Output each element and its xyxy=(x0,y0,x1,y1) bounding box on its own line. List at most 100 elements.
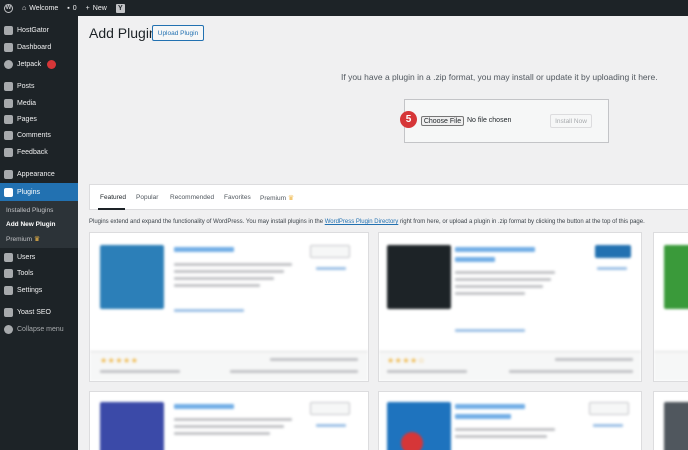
hostgator-icon xyxy=(4,26,13,35)
upload-plugin-button[interactable]: Upload Plugin xyxy=(152,25,204,41)
tab-recommended[interactable]: Recommended xyxy=(170,194,214,201)
sidebar-item-users[interactable]: Users xyxy=(0,249,78,266)
collapse-menu-button[interactable]: Collapse menu xyxy=(0,321,78,338)
wordpress-logo-icon: W xyxy=(4,3,13,13)
sidebar-item-label: Appearance xyxy=(17,171,55,178)
sidebar-item-yoast-seo[interactable]: Yoast SEO xyxy=(0,304,78,321)
comments-count: 0 xyxy=(72,4,77,12)
plugin-icon xyxy=(4,187,13,197)
feedback-icon xyxy=(4,148,13,157)
active-tab-indicator xyxy=(98,208,125,210)
plus-icon: + xyxy=(85,4,90,12)
sidebar-item-pages[interactable]: Pages xyxy=(0,111,78,128)
notification-badge xyxy=(47,60,57,69)
sidebar-item-label: Settings xyxy=(17,287,43,294)
sidebar-item-comments[interactable]: Comments xyxy=(0,127,78,144)
sidebar-item-feedback[interactable]: Feedback xyxy=(0,144,78,161)
text-placeholder xyxy=(174,425,284,428)
media-icon xyxy=(4,99,13,108)
plugin-thumbnail xyxy=(664,245,688,309)
sidebar-item-media[interactable]: Media xyxy=(0,95,78,112)
plugin-title-placeholder xyxy=(455,404,525,409)
plugin-card[interactable] xyxy=(653,232,688,382)
sidebar-item-label: Feedback xyxy=(17,149,48,156)
plugin-thumbnail-accent xyxy=(401,432,423,450)
plugin-title-placeholder xyxy=(455,247,535,252)
text-placeholder xyxy=(455,278,551,281)
sidebar-item-dashboard[interactable]: Dashboard xyxy=(0,39,78,56)
tab-featured[interactable]: Featured xyxy=(100,194,126,201)
dashboard-icon xyxy=(4,43,13,52)
text-placeholder xyxy=(387,370,467,373)
sidebar-item-label: Pages xyxy=(17,116,37,123)
plugin-card[interactable] xyxy=(89,391,369,450)
rating-stars: ★★★★☆ xyxy=(387,356,426,365)
tab-popular[interactable]: Popular xyxy=(136,194,158,201)
plugins-intro-text: Plugins extend and expand the functional… xyxy=(89,219,645,225)
text-placeholder xyxy=(455,271,555,274)
plugin-thumbnail xyxy=(387,245,451,309)
plugin-thumbnail xyxy=(100,402,164,450)
choose-file-button[interactable]: Choose File xyxy=(421,116,464,126)
settings-icon xyxy=(4,286,13,295)
plugin-directory-link[interactable]: WordPress Plugin Directory xyxy=(325,219,399,225)
wordpress-menu[interactable]: W xyxy=(4,3,13,13)
text-placeholder xyxy=(230,370,358,373)
card-footer: ★★★★★ xyxy=(90,351,368,381)
users-icon xyxy=(4,253,13,262)
plugin-thumbnail xyxy=(100,245,164,309)
plugin-title-placeholder xyxy=(174,404,234,409)
submenu-premium[interactable]: Premium ♛ xyxy=(6,235,40,243)
sidebar-item-appearance[interactable]: Appearance xyxy=(0,166,78,183)
sidebar-item-label: Collapse menu xyxy=(17,326,64,333)
crown-icon: ♛ xyxy=(33,236,41,243)
text-placeholder xyxy=(174,432,270,435)
sidebar-item-tools[interactable]: Tools xyxy=(0,265,78,282)
text-placeholder xyxy=(174,270,284,273)
plugin-title-placeholder xyxy=(455,414,511,419)
plugin-filter-bar: Featured Popular Recommended Favorites P… xyxy=(89,184,688,210)
yoast-icon xyxy=(4,308,13,317)
upload-instructions: If you have a plugin in a .zip format, y… xyxy=(341,72,658,82)
admin-sidebar: HostGator Dashboard Jetpack Posts Media … xyxy=(0,16,78,450)
text-placeholder xyxy=(174,263,292,266)
plugin-title-placeholder xyxy=(455,257,495,262)
plugin-card[interactable]: ★★★★☆ xyxy=(378,232,642,382)
card-footer: ★★★★☆ xyxy=(379,351,641,381)
step-number-badge: 5 xyxy=(400,111,417,128)
text-placeholder xyxy=(174,418,292,421)
install-button-placeholder xyxy=(310,245,350,258)
sidebar-item-label: Yoast SEO xyxy=(17,309,51,316)
text-placeholder xyxy=(316,267,346,270)
submenu-installed-plugins[interactable]: Installed Plugins xyxy=(6,207,53,214)
text-placeholder xyxy=(455,329,525,332)
comments-link[interactable]: ▪ 0 xyxy=(67,5,76,12)
sidebar-item-jetpack[interactable]: Jetpack xyxy=(0,56,78,73)
install-button-placeholder xyxy=(589,402,629,415)
yoast-adminbar-link[interactable]: Y xyxy=(115,3,125,13)
install-now-button[interactable]: Install Now xyxy=(550,114,592,128)
sidebar-item-hostgator[interactable]: HostGator xyxy=(0,22,78,39)
intro-text-start: Plugins extend and expand the functional… xyxy=(89,219,325,225)
home-icon: ⌂ xyxy=(22,4,27,12)
text-placeholder xyxy=(174,284,260,287)
site-name-link[interactable]: ⌂ Welcome xyxy=(22,5,58,12)
tab-premium[interactable]: Premium ♛ xyxy=(260,194,294,202)
text-placeholder xyxy=(455,285,543,288)
plugin-card[interactable] xyxy=(378,391,642,450)
plugin-card[interactable]: ★★★★★ xyxy=(89,232,369,382)
crown-icon: ♛ xyxy=(287,195,295,202)
tab-favorites[interactable]: Favorites xyxy=(224,194,251,201)
sidebar-item-label: Plugins xyxy=(17,188,40,196)
sidebar-item-settings[interactable]: Settings xyxy=(0,282,78,299)
page-icon xyxy=(4,115,13,124)
sidebar-item-posts[interactable]: Posts xyxy=(0,78,78,95)
plugin-card[interactable] xyxy=(653,391,688,450)
submenu-add-new-plugin[interactable]: Add New Plugin xyxy=(6,221,55,228)
sidebar-item-plugins[interactable]: Plugins xyxy=(0,183,78,201)
install-button-placeholder xyxy=(595,245,631,258)
collapse-icon xyxy=(4,325,13,334)
pin-icon xyxy=(4,82,13,91)
new-content-link[interactable]: + New xyxy=(86,5,107,12)
text-placeholder xyxy=(593,424,623,427)
